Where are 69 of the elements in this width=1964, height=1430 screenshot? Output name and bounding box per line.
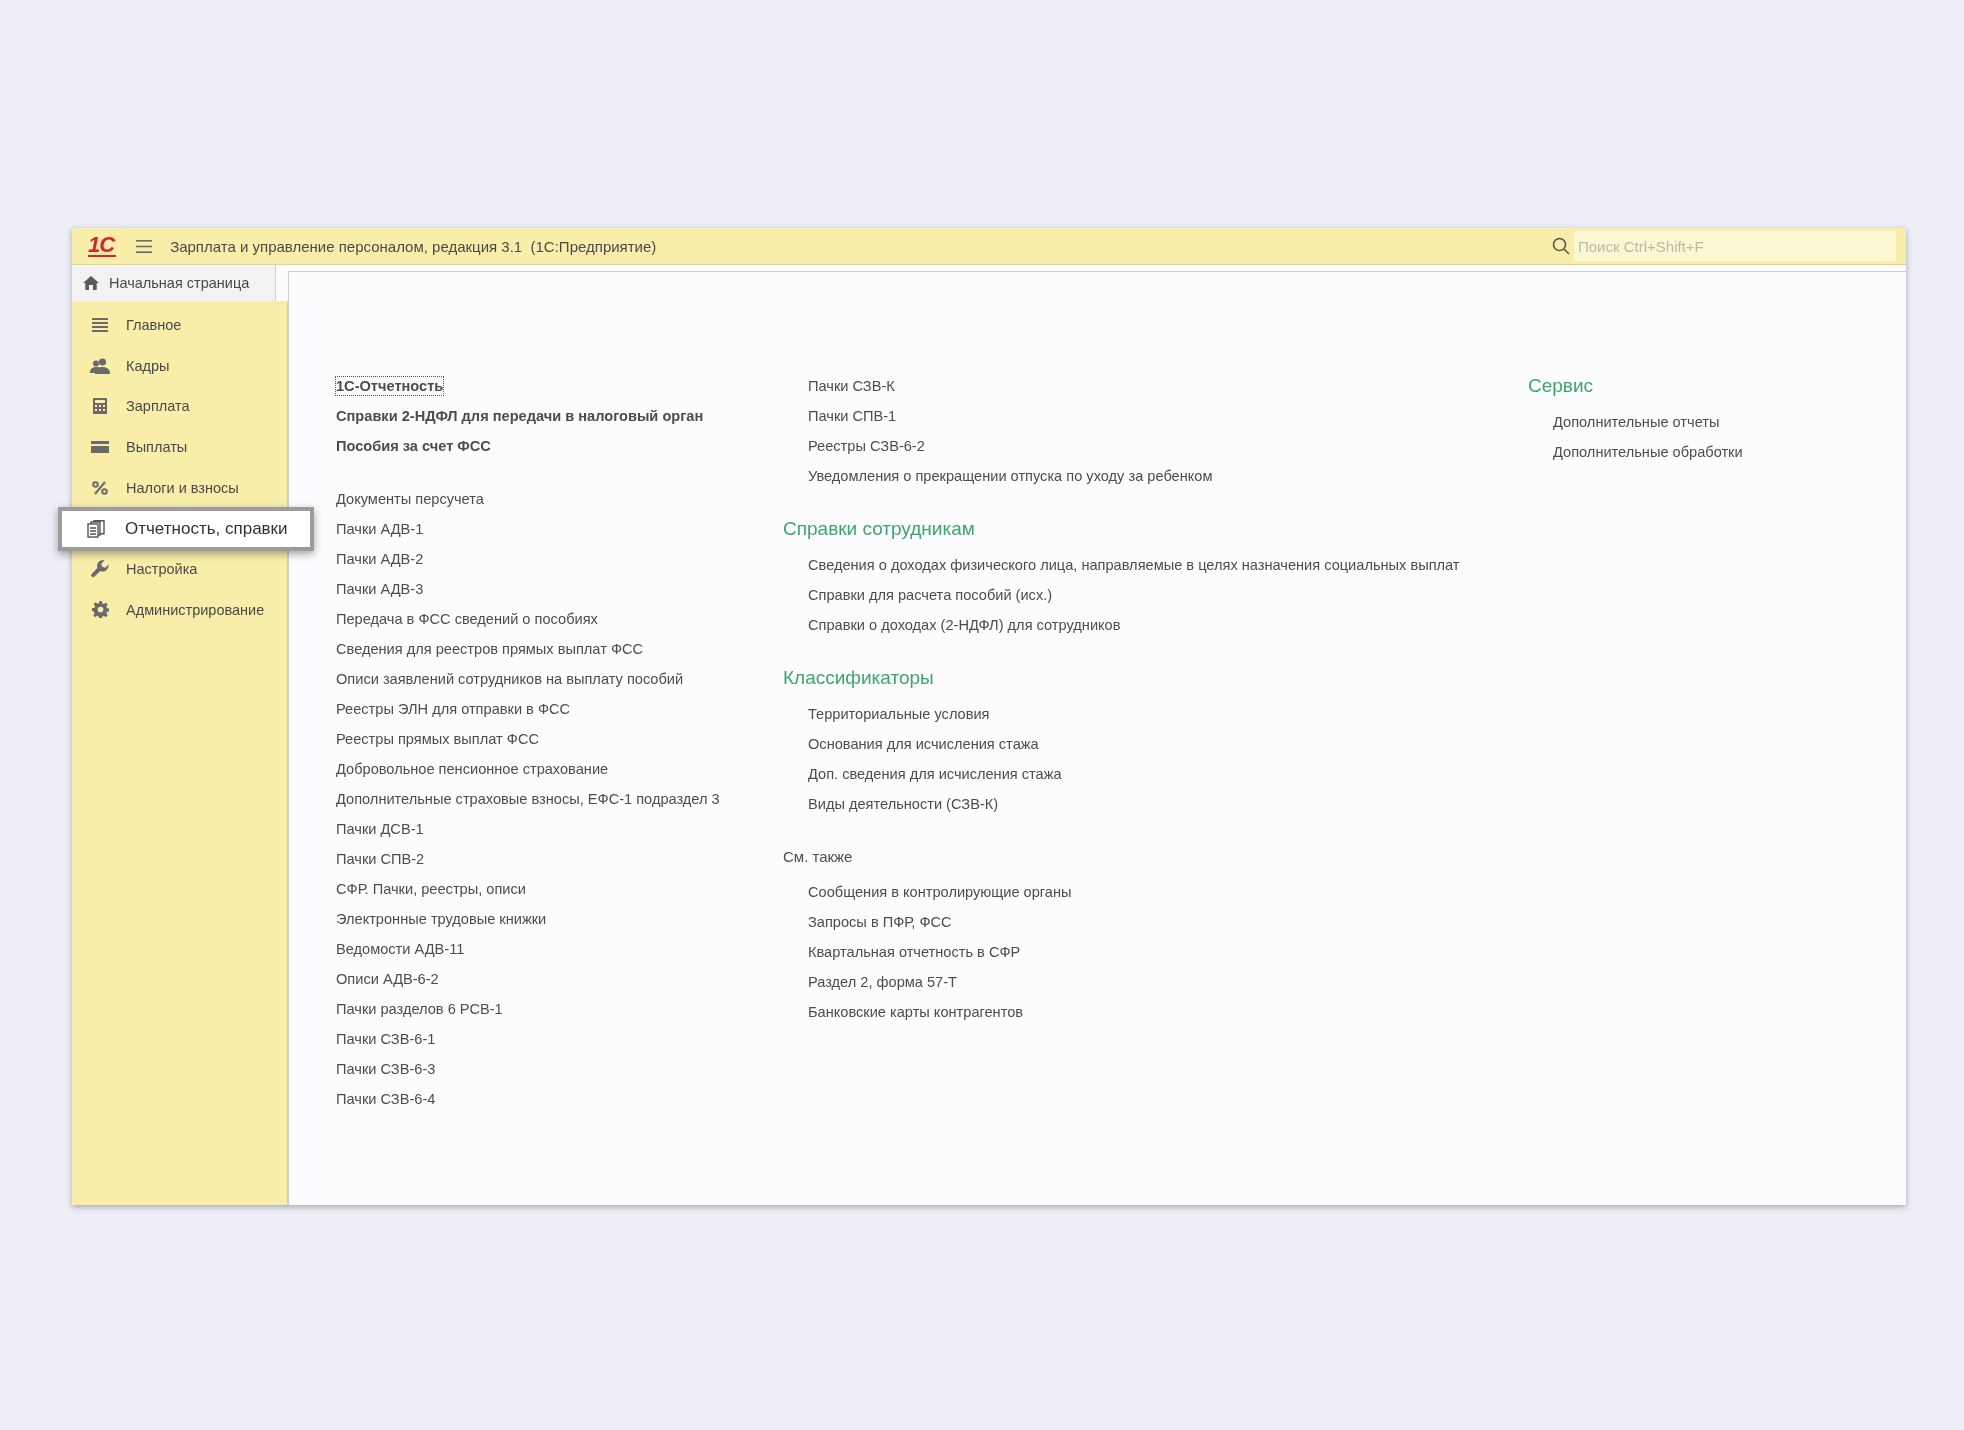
sidebar-item[interactable]: Налоги и взносы (72, 467, 287, 508)
menu-link[interactable]: Основания для исчисления стажа (808, 729, 1039, 759)
menu-link[interactable]: Дополнительные обработки (1553, 437, 1743, 467)
menu-link[interactable]: Дополнительные страховые взносы, ЕФС-1 подраздел 3 (336, 784, 720, 814)
menu-link[interactable]: Пачки СЗВ-6-1 (336, 1024, 436, 1054)
menu-link[interactable]: Пачки ДСВ-1 (336, 814, 424, 844)
menu-link[interactable]: Справки для расчета пособий (исх.) (808, 580, 1053, 610)
sidebar-item[interactable]: Отчетность, справки (58, 506, 314, 551)
card-icon (91, 441, 109, 454)
menu-link[interactable]: Пачки СЗВ-К (808, 371, 895, 401)
sidebar-item[interactable]: Выплаты (72, 426, 287, 468)
sidebar-item[interactable]: Администрирование (72, 589, 287, 631)
menu-link[interactable]: Пачки АДВ-3 (336, 574, 424, 604)
menu-link[interactable]: Виды деятельности (СЗВ-К) (808, 789, 999, 819)
menu-link[interactable]: Запросы в ПФР, ФСС (808, 907, 952, 937)
menu-link[interactable]: Реестры СЗВ-6-2 (808, 431, 925, 461)
menu-link[interactable]: Описи заявлений сотрудников на выплату пособий (336, 664, 684, 694)
window-title: Зарплата и управление персоналом, редакция 3.1 (1С:Предприятие) (170, 237, 657, 255)
menu-link[interactable]: Уведомления о прекращении отпуска по уходу за ребенком (808, 461, 1213, 491)
app-logo[interactable]: 1С (88, 235, 117, 257)
menu-link[interactable]: Пачки АДВ-2 (336, 544, 424, 574)
sidebar-item[interactable]: Главное (72, 305, 287, 346)
menu-link[interactable]: Дополнительные отчеты (1553, 407, 1720, 437)
menu-link[interactable]: Пачки разделов 6 РСВ-1 (336, 994, 503, 1024)
sidebar-item[interactable]: Настройка (72, 548, 287, 590)
menu-link[interactable]: Реестры ЭЛН для отправки в ФСС (336, 694, 571, 724)
menu-link[interactable]: СФР. Пачки, реестры, описи (336, 874, 526, 904)
search-field[interactable]: Поиск Ctrl+Shift+F (1574, 231, 1896, 261)
section-heading: Классификаторы (783, 666, 935, 690)
section-heading: Сервис (1528, 374, 1595, 398)
list-icon (92, 318, 108, 333)
menu-link[interactable]: Пачки СЗВ-6-3 (336, 1054, 436, 1084)
menu-link[interactable]: Сведения для реестров прямых выплат ФСС (336, 634, 644, 664)
wrench-icon (91, 560, 109, 579)
menu-link[interactable]: Ведомости АДВ-11 (336, 934, 465, 964)
menu-link[interactable]: Пачки СПВ-1 (808, 401, 897, 431)
gear-icon (91, 601, 109, 619)
search-icon[interactable] (1552, 237, 1570, 255)
menu-link[interactable]: Территориальные условия (808, 699, 990, 729)
section-heading: Справки сотрудникам (783, 517, 976, 541)
sidebar-item[interactable]: Зарплата (72, 386, 287, 427)
menu-link[interactable]: Документы персучета (336, 484, 484, 514)
menu-link[interactable]: 1С-Отчетность (336, 377, 444, 395)
menu-link[interactable]: Передача в ФСС сведений о пособиях (336, 604, 598, 634)
percent-icon (92, 480, 108, 495)
menu-link[interactable]: Добровольное пенсионное страхование (336, 754, 609, 784)
menu-link[interactable]: Пачки АДВ-1 (336, 514, 424, 544)
people-icon (90, 357, 110, 374)
menu-link[interactable]: Электронные трудовые книжки (336, 904, 547, 934)
calculator-icon (93, 398, 107, 415)
menu-link[interactable]: Квартальная отчетность в СФР (808, 937, 1021, 967)
menu-link[interactable]: Справки 2-НДФЛ для передачи в налоговый орган (336, 401, 704, 431)
documents-icon (87, 519, 105, 538)
menu-link[interactable]: Справки о доходах (2-НДФЛ) для сотрудников (808, 610, 1121, 640)
menu-icon[interactable] (136, 239, 153, 253)
sidebar-item[interactable]: Кадры (72, 345, 287, 387)
menu-link[interactable]: Сообщения в контролирующие органы (808, 877, 1072, 907)
menu-link[interactable]: Пачки СПВ-2 (336, 844, 425, 874)
menu-link[interactable]: Пачки СЗВ-6-4 (336, 1084, 436, 1114)
menu-link[interactable]: Раздел 2, форма 57-Т (808, 967, 957, 997)
menu-link[interactable]: Банковские карты контрагентов (808, 997, 1024, 1027)
menu-link[interactable]: Доп. сведения для исчисления стажа (808, 759, 1062, 789)
home-icon (83, 276, 99, 290)
menu-link[interactable]: Пособия за счет ФСС (336, 431, 491, 461)
menu-link[interactable]: Сведения о доходах физического лица, направляемые в целях назначения социальных выплат (808, 550, 1460, 580)
home-tab[interactable]: Начальная страница (72, 265, 276, 301)
section-heading: См. также (783, 847, 854, 867)
menu-link[interactable]: Описи АДВ-6-2 (336, 964, 439, 994)
menu-link[interactable]: Реестры прямых выплат ФСС (336, 724, 539, 754)
